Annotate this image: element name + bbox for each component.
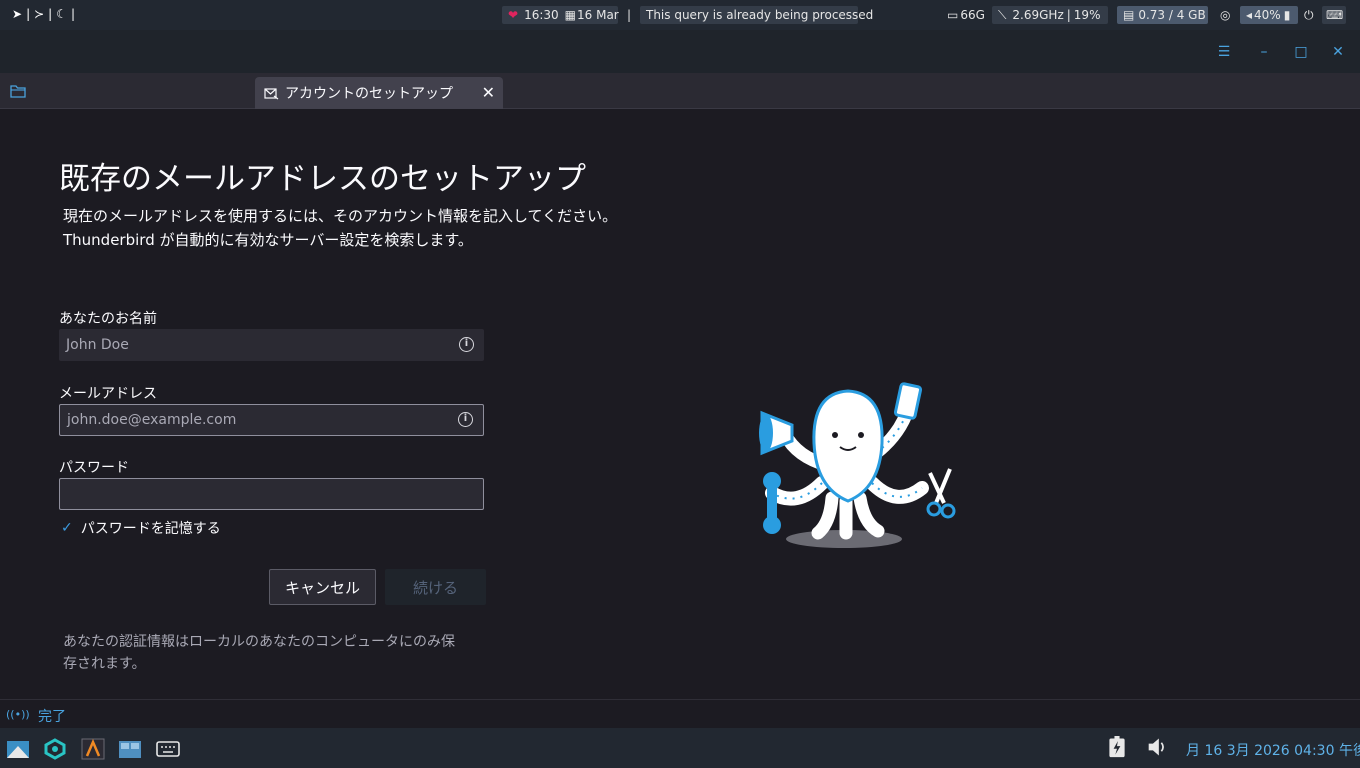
launcher-group: ➤ | ≻ | ☾ | bbox=[12, 7, 75, 21]
volume-widget[interactable]: ◂ 40% ▮ bbox=[1240, 6, 1298, 24]
name-field[interactable]: John Doe i bbox=[59, 329, 484, 361]
remember-password-label: パスワードを記憶する bbox=[80, 521, 221, 537]
microphone-icon: ▮ bbox=[1283, 8, 1291, 22]
cpu-widget: ⟍ 2.69GHz | 19% bbox=[992, 6, 1108, 24]
remember-password-checkbox[interactable]: ✓ パスワードを記憶する bbox=[61, 518, 221, 538]
close-window-button[interactable]: ✕ bbox=[1328, 42, 1348, 62]
account-setup-page: 既存のメールアドレスのセットアップ 現在のメールアドレスを使用するには、そのアカ… bbox=[0, 109, 1360, 699]
info-icon[interactable]: i bbox=[458, 412, 473, 427]
name-placeholder: John Doe bbox=[66, 337, 129, 353]
keyboard-icon[interactable]: ⌨ bbox=[1322, 6, 1346, 24]
page-description-line2: Thunderbird が自動的に有効なサーバー設定を検索します。 bbox=[63, 231, 473, 249]
password-field[interactable] bbox=[59, 478, 484, 510]
password-label: パスワード bbox=[59, 460, 129, 476]
menu-icon[interactable]: ☰ bbox=[1214, 42, 1234, 62]
email-label: メールアドレス bbox=[59, 386, 157, 402]
minimize-button[interactable]: – bbox=[1254, 42, 1274, 62]
disk-free: 66G bbox=[960, 8, 985, 22]
cpu-icon: ⟍ bbox=[998, 7, 1007, 22]
window-titlebar: ☰ – □ ✕ bbox=[0, 30, 1360, 73]
heart-icon: ❤ bbox=[508, 8, 519, 22]
terminal-icon[interactable]: ≻ bbox=[34, 7, 44, 21]
continue-button[interactable]: 続ける bbox=[385, 569, 486, 605]
status-text: 完了 bbox=[38, 709, 66, 725]
page-title: 既存のメールアドレスのセットアップ bbox=[59, 161, 586, 197]
taskbar-clock[interactable]: 月 16 3月 2026 04:30 午後 bbox=[1186, 740, 1360, 760]
night-mode-icon[interactable]: ☾ bbox=[56, 7, 67, 21]
topbar-date: 16 Mar bbox=[577, 8, 619, 22]
email-placeholder: john.doe@example.com bbox=[67, 412, 237, 428]
status-bar: ((•)) 完了 bbox=[0, 699, 1360, 728]
taskbar: 月 16 3月 2026 04:30 午後 bbox=[0, 728, 1360, 768]
connection-icon: ((•)) bbox=[6, 708, 30, 721]
speaker-icon: ◂ bbox=[1246, 8, 1253, 22]
folder-icon[interactable] bbox=[10, 84, 26, 98]
text-editor-icon[interactable] bbox=[81, 738, 105, 760]
info-icon[interactable]: i bbox=[459, 337, 474, 352]
tab-account-setup[interactable]: アカウントのセットアップ ✕ bbox=[255, 77, 503, 109]
memory-widget: ▤ 0.73 / 4 GB bbox=[1117, 6, 1208, 24]
calendar-icon: ▦ bbox=[564, 8, 576, 22]
email-field[interactable]: john.doe@example.com i bbox=[59, 404, 484, 436]
memory-icon: ▤ bbox=[1123, 8, 1135, 22]
disk-widget: ▭ 66G bbox=[947, 6, 985, 24]
datetime-widget[interactable]: ❤ 16:30 ▦ 16 Mar bbox=[502, 6, 619, 24]
battery-charging-icon[interactable] bbox=[1105, 736, 1129, 758]
octopus-illustration bbox=[759, 382, 956, 548]
virtual-keyboard-icon[interactable] bbox=[156, 738, 180, 760]
app-launcher-icon[interactable] bbox=[43, 738, 67, 760]
credentials-note-line1: あなたの認証情報はローカルのあなたのコンピュータにのみ保 bbox=[63, 634, 455, 650]
maximize-button[interactable]: □ bbox=[1291, 42, 1311, 62]
volume-icon[interactable] bbox=[1146, 736, 1170, 758]
mail-icon bbox=[264, 87, 279, 99]
volume-level: 40% bbox=[1254, 8, 1281, 22]
name-label: あなたのお名前 bbox=[59, 311, 157, 327]
send-icon[interactable]: ➤ bbox=[12, 7, 22, 21]
tab-label: アカウントのセットアップ bbox=[285, 86, 453, 102]
memory-usage: 0.73 / 4 GB bbox=[1138, 8, 1206, 22]
show-desktop-icon[interactable] bbox=[6, 738, 30, 760]
cpu-separator: | bbox=[1066, 8, 1071, 22]
cpu-frequency: 2.69GHz bbox=[1012, 8, 1064, 22]
tab-bar: アカウントのセットアップ ✕ bbox=[0, 73, 1360, 109]
launcher-separator: | bbox=[48, 7, 53, 21]
eye-off-icon[interactable]: ◎ bbox=[1220, 6, 1230, 24]
system-top-bar: ➤ | ≻ | ☾ | ❤ 16:30 ▦ 16 Mar | This quer… bbox=[0, 0, 1360, 30]
file-manager-icon[interactable] bbox=[118, 738, 142, 760]
launcher-separator: | bbox=[70, 7, 76, 21]
disk-icon: ▭ bbox=[947, 8, 959, 22]
tab-close-icon[interactable]: ✕ bbox=[482, 83, 495, 102]
topbar-time: 16:30 bbox=[524, 8, 559, 22]
power-icon[interactable]: ⏻ bbox=[1304, 6, 1314, 24]
launcher-separator: | bbox=[26, 7, 31, 21]
topbar-separator: | bbox=[627, 8, 632, 22]
page-description-line1: 現在のメールアドレスを使用するには、そのアカウント情報を記入してください。 bbox=[63, 207, 618, 225]
checkmark-icon[interactable]: ✓ bbox=[61, 520, 73, 536]
cancel-button[interactable]: キャンセル bbox=[269, 569, 376, 605]
credentials-note-line2: 存されます。 bbox=[63, 656, 146, 672]
cpu-usage: 19% bbox=[1073, 8, 1101, 22]
notification-message: This query is already being processed bbox=[640, 6, 873, 24]
